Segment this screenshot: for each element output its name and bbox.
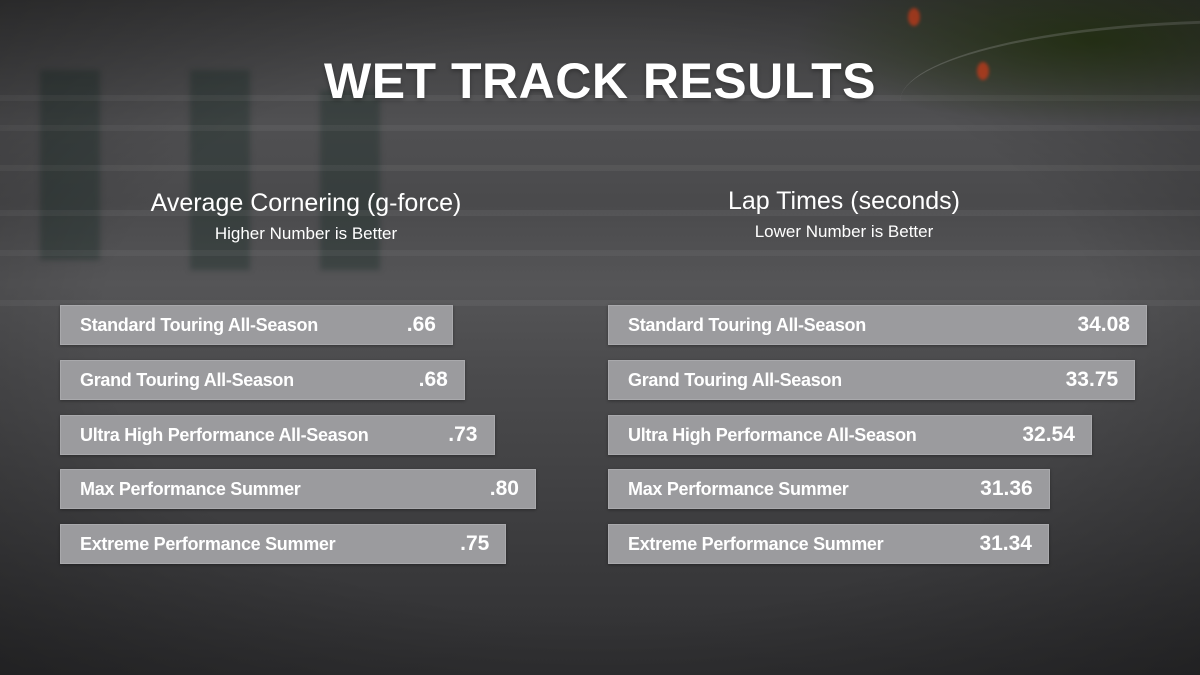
laptime-bar: Extreme Performance Summer 31.34	[608, 524, 1049, 565]
cornering-chart-subtitle: Higher Number is Better	[214, 224, 398, 243]
bar-value-label: 31.34	[979, 532, 1032, 556]
laptime-chart-header: Lap Times (seconds) Lower Number is Bett…	[644, 186, 1044, 245]
cornering-bar: Max Performance Summer .80	[60, 469, 536, 510]
bar-label: Standard Touring All-Season	[80, 315, 318, 335]
bar-value-label: 31.36	[980, 477, 1033, 501]
laptime-chart-subtitle: Lower Number is Better	[754, 222, 934, 241]
bar-label: Grand Touring All-Season	[628, 369, 842, 390]
laptime-bar: Ultra High Performance All-Season 32.54	[608, 414, 1092, 455]
bar-value-label: .66	[406, 313, 436, 336]
laptime-bar: Standard Touring All-Season 34.08	[608, 305, 1147, 345]
bar-label: Extreme Performance Summer	[80, 534, 336, 555]
bar-value-label: 32.54	[1022, 422, 1075, 446]
bar-value-label: .75	[460, 532, 490, 556]
bar-label: Ultra High Performance All-Season	[628, 424, 917, 445]
bar-label: Extreme Performance Summer	[628, 534, 884, 555]
laptime-bar-chart: Standard Touring All-Season 34.08 Grand T…	[608, 305, 1147, 579]
laptime-bar: Grand Touring All-Season 33.75	[608, 359, 1136, 400]
bar-label: Grand Touring All-Season	[80, 369, 294, 390]
bar-value-label: .80	[489, 477, 519, 501]
laptime-chart-title: Lap Times (seconds)	[727, 187, 961, 215]
cornering-bar: Extreme Performance Summer .75	[60, 524, 507, 565]
bar-value-label: .73	[448, 422, 478, 446]
bar-label: Ultra High Performance All-Season	[80, 424, 369, 445]
bar-label: Max Performance Summer	[80, 479, 301, 500]
cornering-bar: Standard Touring All-Season .66	[60, 305, 453, 345]
page-title: WET TRACK RESULTS	[324, 53, 876, 109]
bar-value-label: 33.75	[1065, 367, 1119, 391]
cornering-chart-title: Average Cornering (g-force)	[150, 189, 462, 217]
cornering-chart-header: Average Cornering (g-force) Higher Numbe…	[96, 188, 516, 247]
cornering-bar: Grand Touring All-Season .68	[60, 359, 465, 400]
bar-value-label: 34.08	[1077, 313, 1130, 336]
cornering-bar: Ultra High Performance All-Season .73	[60, 414, 495, 455]
bar-label: Standard Touring All-Season	[628, 315, 866, 335]
cornering-bar-chart: Standard Touring All-Season .66 Grand Tou…	[60, 305, 536, 579]
bar-value-label: .68	[418, 367, 448, 391]
bar-label: Max Performance Summer	[628, 479, 849, 500]
laptime-bar: Max Performance Summer 31.36	[608, 469, 1050, 510]
